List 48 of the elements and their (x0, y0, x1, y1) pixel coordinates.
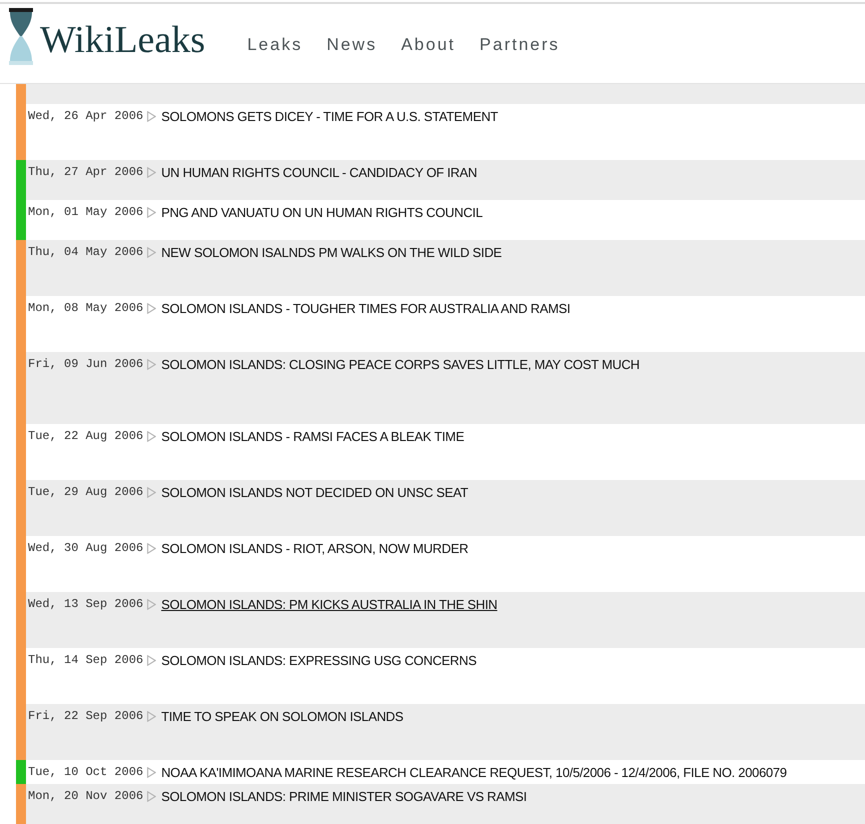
cable-title-link[interactable]: NOAA KA'IMIMOANA MARINE RESEARCH CLEARANCE REQUEST, 10/5/2006 - 12/4/2006, FILE NO. 2006079 (161, 765, 787, 780)
triangle-icon (147, 487, 156, 498)
date-text: Mon, 20 Nov 2006 (28, 789, 144, 804)
triangle-icon (147, 767, 156, 778)
nav-link[interactable]: About (401, 35, 456, 55)
date-text: Tue, 22 Aug 2006 (28, 429, 144, 444)
cable-title-link[interactable]: PNG AND VANUATU ON UN HUMAN RIGHTS COUNCIL (161, 205, 483, 220)
date-text: Thu, 27 Apr 2006 (28, 165, 144, 180)
triangle-icon (147, 359, 156, 370)
cable-title-link[interactable]: SOLOMON ISLANDS: EXPRESSING USG CONCERNS (161, 653, 476, 668)
date-text: Mon, 01 May 2006 (28, 205, 144, 220)
triangle-icon (147, 431, 156, 442)
triangle-icon (147, 207, 156, 218)
cable-title-link[interactable]: SOLOMONS GETS DICEY - TIME FOR A U.S. STATEMENT (161, 109, 498, 124)
nav-link[interactable]: Leaks (247, 35, 303, 55)
triangle-icon (147, 711, 156, 722)
date-text: Wed, 26 Apr 2006 (28, 109, 144, 124)
triangle-icon (147, 599, 156, 610)
date-text: Wed, 13 Sep 2006 (28, 597, 144, 612)
date-text: Tue, 29 Aug 2006 (28, 485, 144, 500)
triangle-icon (147, 167, 156, 178)
triangle-icon (147, 247, 156, 258)
cable-title-link[interactable]: SOLOMON ISLANDS NOT DECIDED ON UNSC SEAT (161, 485, 468, 500)
date-text: Thu, 14 Sep 2006 (28, 653, 144, 668)
cable-title-link[interactable]: TIME TO SPEAK ON SOLOMON ISLANDS (161, 709, 404, 724)
date-text: Mon, 08 May 2006 (28, 301, 144, 316)
date-text: Wed, 30 Aug 2006 (28, 541, 144, 556)
cable-title-link[interactable]: UN HUMAN RIGHTS COUNCIL - CANDIDACY OF IRAN (161, 165, 477, 180)
triangle-icon (147, 791, 156, 802)
triangle-icon (147, 655, 156, 666)
hourglass-logo-icon[interactable] (8, 8, 34, 65)
cable-title-link[interactable]: SOLOMON ISLANDS - RIOT, ARSON, NOW MURDER (161, 541, 468, 556)
date-text: Tue, 10 Oct 2006 (28, 765, 144, 780)
cable-title-link[interactable]: SOLOMON ISLANDS - TOUGHER TIMES FOR AUSTRALIA AND RAMSI (161, 301, 570, 316)
cable-title-link[interactable]: NEW SOLOMON ISALNDS PM WALKS ON THE WILD SIDE (161, 245, 502, 260)
cable-title-link[interactable]: SOLOMON ISLANDS: PRIME MINISTER SOGAVARE VS RAMSI (161, 789, 527, 804)
cable-title-link[interactable]: SOLOMON ISLANDS: CLOSING PEACE CORPS SAVES LITTLE, MAY COST MUCH (161, 357, 640, 372)
date-text: Fri, 22 Sep 2006 (28, 709, 144, 724)
nav-link[interactable]: Partners (480, 35, 560, 55)
nav-link[interactable]: News (326, 35, 378, 55)
date-text: Fri, 09 Jun 2006 (28, 357, 144, 372)
triangle-icon (147, 111, 156, 122)
site-logo-text[interactable]: WikiLeaks (40, 18, 206, 62)
cable-title-link[interactable]: SOLOMON ISLANDS: PM KICKS AUSTRALIA IN THE SHIN (161, 597, 498, 612)
cable-title-link[interactable]: SOLOMON ISLANDS - RAMSI FACES A BLEAK TIME (161, 429, 464, 444)
triangle-icon (147, 303, 156, 314)
triangle-icon (147, 543, 156, 554)
date-text: Thu, 04 May 2006 (28, 245, 144, 260)
